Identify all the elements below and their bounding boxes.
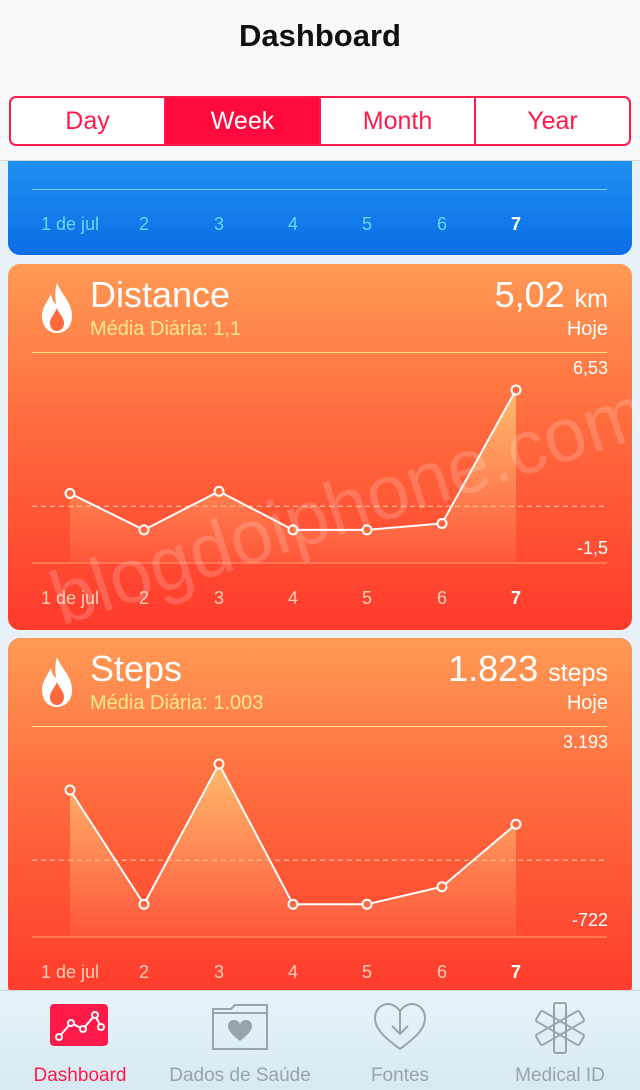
data-point — [64, 784, 76, 796]
day-label: 3 — [213, 214, 225, 234]
tab-label: Dados de Saúde — [169, 1065, 311, 1086]
chart-baseline — [32, 189, 607, 190]
segment-week[interactable]: Week — [164, 98, 319, 144]
tab-label: Dashboard — [33, 1065, 127, 1086]
chart-area — [70, 764, 516, 936]
tab-label: Fontes — [370, 1065, 430, 1086]
day-label: 5 — [361, 588, 373, 608]
tab-health-data[interactable]: Dados de Saúde — [160, 991, 320, 1090]
data-point — [436, 881, 448, 893]
chart-area — [70, 390, 516, 562]
chart-icon — [50, 1004, 108, 1046]
tab-label: Medical ID — [515, 1065, 605, 1086]
distance-chart — [32, 384, 607, 564]
day-label: 1 de jul — [40, 588, 100, 608]
day-axis: 1 de jul 2 3 4 5 6 7 — [8, 588, 632, 610]
distance-card[interactable]: Distance Média Diária: 1,1 5,02 km Hoje … — [8, 264, 632, 630]
data-point — [510, 384, 522, 396]
data-point — [361, 524, 373, 536]
day-label: 3 — [213, 962, 225, 982]
day-label: 4 — [287, 962, 299, 982]
day-label: 4 — [287, 588, 299, 608]
day-label: 2 — [138, 214, 150, 234]
segment-month[interactable]: Month — [319, 98, 474, 144]
day-label: 1 de jul — [40, 214, 100, 234]
chart-line — [69, 389, 517, 531]
segment-day[interactable]: Day — [11, 98, 164, 144]
data-point — [510, 818, 522, 830]
day-label-today: 7 — [510, 962, 522, 982]
data-point — [213, 485, 225, 497]
steps-card[interactable]: Steps Média Diária: 1.003 1.823 steps Ho… — [8, 638, 632, 998]
day-label: 6 — [436, 962, 448, 982]
tab-sources[interactable]: Fontes — [320, 991, 480, 1090]
steps-chart — [32, 758, 607, 938]
day-label: 1 de jul — [40, 962, 100, 982]
day-label: 6 — [436, 588, 448, 608]
day-axis: 1 de jul 2 3 4 5 6 7 — [8, 214, 632, 236]
tab-dashboard[interactable]: Dashboard — [0, 991, 160, 1090]
page-title: Dashboard — [239, 18, 401, 53]
data-point — [138, 524, 150, 536]
data-point — [361, 898, 373, 910]
day-label: 5 — [361, 214, 373, 234]
data-point — [436, 517, 448, 529]
day-label: 6 — [436, 214, 448, 234]
tab-medical-id[interactable]: Medical ID — [480, 991, 640, 1090]
day-axis: 1 de jul 2 3 4 5 6 7 — [8, 962, 632, 984]
data-point — [213, 758, 225, 770]
period-segmented-control: Day Week Month Year — [9, 96, 631, 146]
data-point — [138, 898, 150, 910]
scrolled-chart-card[interactable]: 1 de jul 2 3 4 5 6 7 — [8, 161, 632, 255]
day-label: 2 — [138, 962, 150, 982]
day-label: 3 — [213, 588, 225, 608]
heart-download-icon — [373, 1002, 427, 1051]
day-label-today: 7 — [510, 214, 522, 234]
tab-bar: Dashboard Dados de Saúde Fontes Medical … — [0, 990, 640, 1090]
data-point — [64, 487, 76, 499]
data-point — [287, 898, 299, 910]
day-label: 5 — [361, 962, 373, 982]
day-label-today: 7 — [510, 588, 522, 608]
day-label: 2 — [138, 588, 150, 608]
health-folder-icon — [212, 1004, 268, 1050]
day-label: 4 — [287, 214, 299, 234]
data-point — [287, 524, 299, 536]
segment-year[interactable]: Year — [474, 98, 629, 144]
asterisk-icon — [535, 1002, 585, 1054]
navigation-bar: Dashboard Day Week Month Year — [0, 0, 640, 161]
